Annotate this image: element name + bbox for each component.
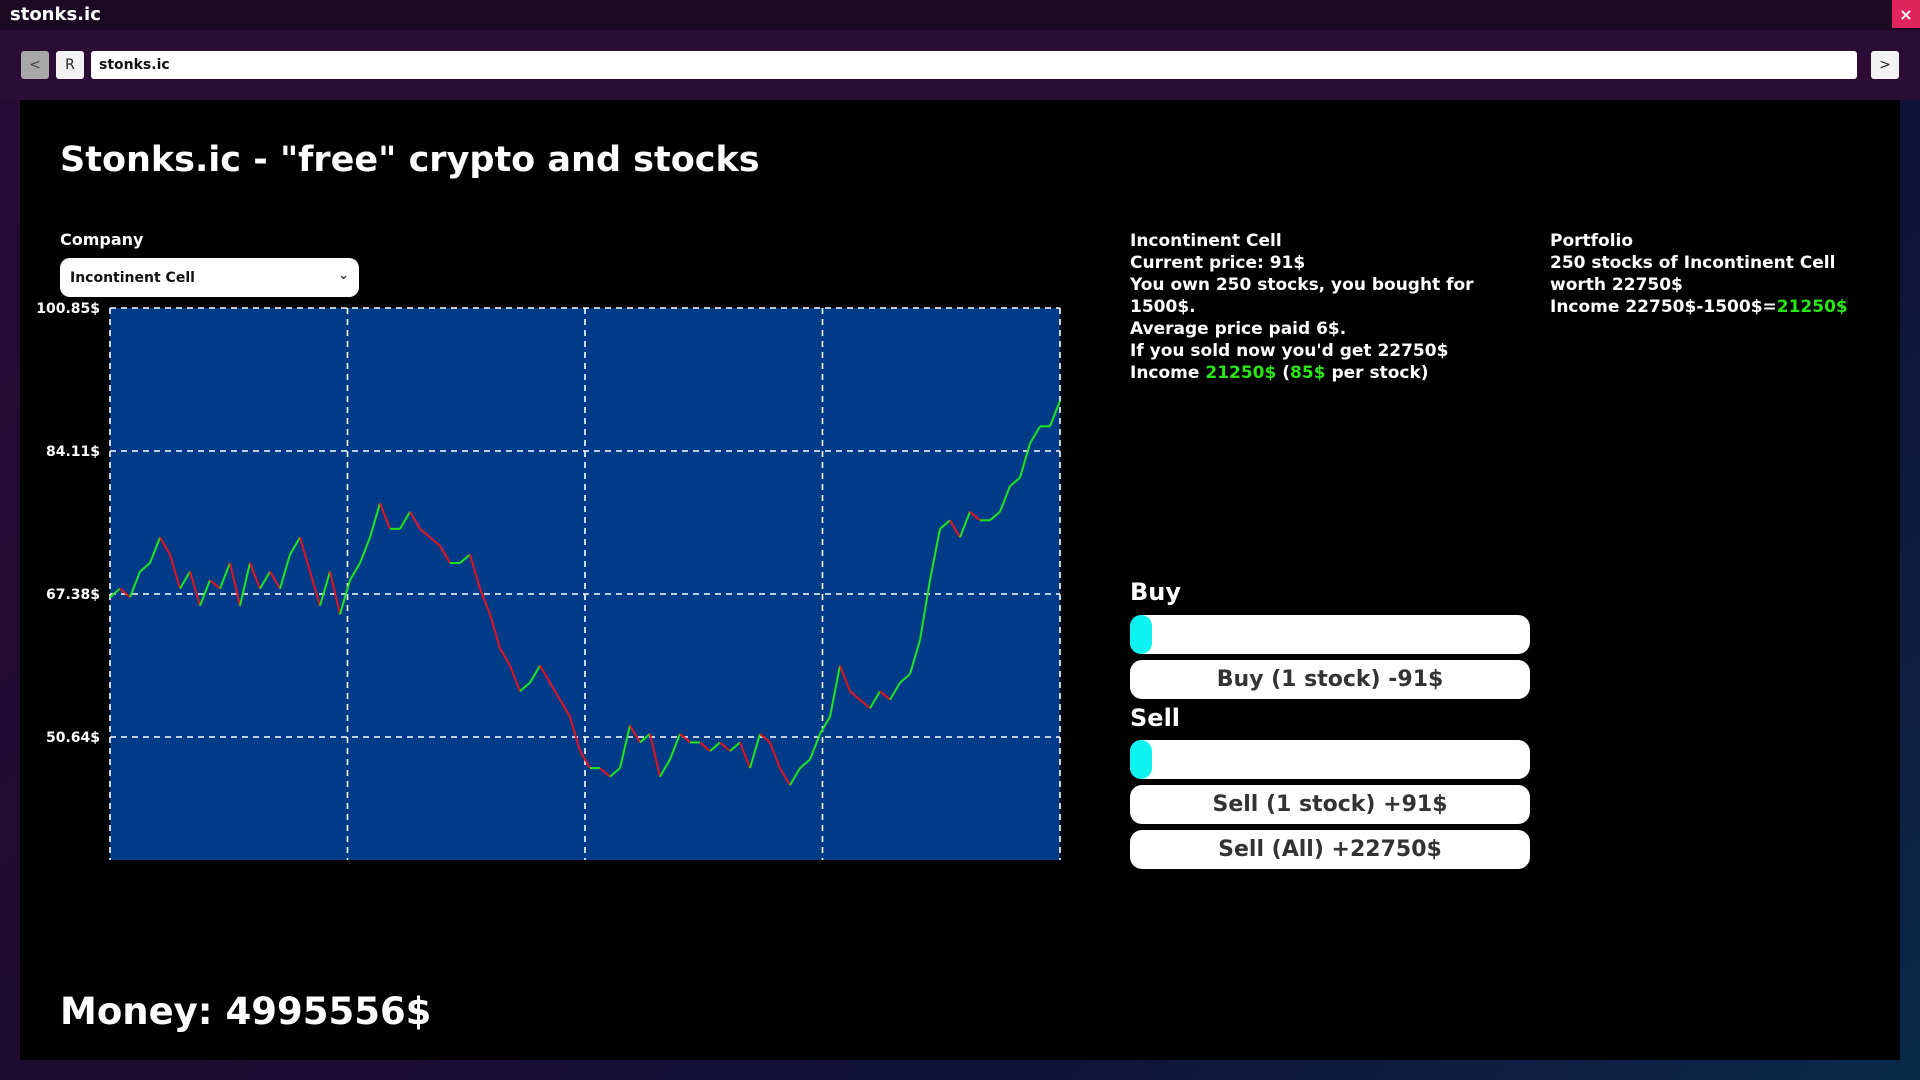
income-per-stock: 85$ <box>1290 363 1326 383</box>
url-input[interactable] <box>91 51 1857 79</box>
portfolio-line-1: 250 stocks of Incontinent Cell <box>1550 253 1836 273</box>
portfolio: Portfolio 250 stocks of Incontinent Cell… <box>1550 230 1848 318</box>
portfolio-income-prefix: Income 22750$-1500$= <box>1550 297 1777 317</box>
portfolio-income-value: 21250$ <box>1776 297 1848 317</box>
go-button[interactable]: > <box>1871 51 1899 79</box>
income-mid: ( <box>1276 363 1291 383</box>
owned-line-1: You own 250 stocks, you bought for <box>1130 275 1474 295</box>
portfolio-income: Income 22750$-1500$=21250$ <box>1550 296 1848 318</box>
title-bar: stonks.ic × <box>0 0 1920 30</box>
y-tick-label: 84.11$ <box>46 444 100 460</box>
money-balance: Money: 4995556$ <box>60 990 432 1033</box>
sell-quantity-slider[interactable] <box>1130 740 1530 779</box>
y-tick-label: 100.85$ <box>36 301 100 317</box>
stock-info: Incontinent Cell Current price: 91$ You … <box>1130 230 1474 384</box>
back-button[interactable]: < <box>21 51 49 79</box>
navigation-bar: < R > <box>0 30 1920 100</box>
income-line: Income 21250$ (85$ per stock) <box>1130 362 1474 384</box>
portfolio-line-2: worth 22750$ <box>1550 275 1683 295</box>
window-title: stonks.ic <box>10 4 101 25</box>
current-price: Current price: 91$ <box>1130 253 1306 273</box>
buy-quantity-slider[interactable] <box>1130 615 1530 654</box>
sell-label: Sell <box>1130 704 1181 732</box>
page-viewport: Stonks.ic - "free" crypto and stocks Com… <box>20 100 1900 1060</box>
y-tick-label: 67.38$ <box>46 587 100 603</box>
buy-slider-handle[interactable] <box>1130 615 1152 654</box>
income-suffix: per stock) <box>1325 363 1429 383</box>
reload-button[interactable]: R <box>56 51 84 79</box>
sell-all-button[interactable]: Sell (All) +22750$ <box>1130 830 1530 869</box>
income-value: 21250$ <box>1205 363 1277 383</box>
portfolio-title: Portfolio <box>1550 231 1634 251</box>
buy-label: Buy <box>1130 578 1182 606</box>
price-chart: 100.85$84.11$67.38$50.64$33.9$12:1518:15… <box>36 301 1061 860</box>
average-price: Average price paid 6$. <box>1130 319 1347 339</box>
income-prefix: Income <box>1130 363 1206 383</box>
buy-one-button[interactable]: Buy (1 stock) -91$ <box>1130 660 1530 699</box>
y-tick-label: 50.64$ <box>46 730 100 746</box>
owned-line-2: 1500$. <box>1130 297 1196 317</box>
sell-now-value: If you sold now you'd get 22750$ <box>1130 341 1449 361</box>
sell-slider-handle[interactable] <box>1130 740 1152 779</box>
close-button[interactable]: × <box>1892 0 1920 28</box>
sell-one-button[interactable]: Sell (1 stock) +91$ <box>1130 785 1530 824</box>
stock-name: Incontinent Cell <box>1130 231 1282 251</box>
